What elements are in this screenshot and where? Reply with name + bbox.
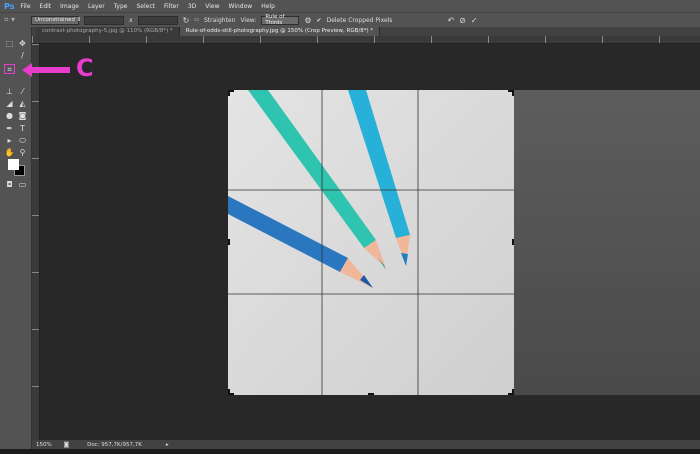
share-icon[interactable]: ◙ [64,442,69,448]
menu-bar: Ps File Edit Image Layer Type Select Fil… [0,0,700,12]
history-brush-icon[interactable]: ⁄ [17,87,28,97]
menu-help[interactable]: Help [261,3,275,10]
ellipse-tool-icon[interactable]: ⬭ [17,136,28,146]
commit-check-icon[interactable]: ✓ [471,16,478,25]
cancel-icon[interactable]: ⊘ [459,16,466,25]
menu-filter[interactable]: Filter [164,3,179,10]
view-label: View: [240,16,257,24]
menu-window[interactable]: Window [229,3,253,10]
bottom-panel [0,449,700,454]
straighten-button[interactable]: Straighten [204,17,235,24]
hand-tool-icon[interactable]: ✋ [4,148,15,158]
menu-layer[interactable]: Layer [88,3,105,10]
type-tool-icon[interactable]: T [17,124,28,134]
ratio-dropdown[interactable]: Unconstrained ⇕ [31,15,81,25]
zoom-tool-icon[interactable]: ⚲ [17,148,28,158]
height-input[interactable] [137,15,178,25]
horizontal-ruler [32,36,700,44]
crop-shield-area [514,90,700,395]
menu-view[interactable]: View [205,3,219,10]
straighten-icon[interactable]: ▭ [194,17,199,23]
zoom-level[interactable]: 150% [36,442,52,448]
swap-label: x [129,16,133,24]
doc-size: Doc: 957,7K/957,7K [87,441,142,448]
stamp-tool-icon[interactable]: ⊥ [4,87,15,97]
status-bar: 150% ◙ Doc: 957,7K/957,7K ▸ [32,440,700,449]
quick-mask-icon[interactable]: ◘ [4,180,15,190]
reset-icon[interactable]: ↶ [447,16,454,25]
tools-panel: ⬚ ✥ ⌗ / ⊥ ⁄ ◢ ◭ ● ◙ ✒ T ▸ ⬭ ✋ ⚲ ◘ ▭ [0,27,32,454]
dodge-tool-icon[interactable]: ◙ [17,111,28,121]
document-tabs: contrast-photography-5.jpg @ 110% (RGB/8… [32,27,700,36]
annotation-label: C [76,54,94,82]
delete-cropped-label: Delete Cropped Pixels [326,16,393,24]
move-tool-icon[interactable]: ✥ [17,39,28,49]
tab-contrast-photography[interactable]: contrast-photography-5.jpg @ 110% (RGB/8… [36,27,180,36]
gear-icon[interactable]: ⚙ [304,16,311,25]
eraser-tool-icon[interactable]: ◢ [4,99,15,109]
menu-edit[interactable]: Edit [40,3,52,10]
delete-cropped-checkbox[interactable]: ✔ [317,17,322,24]
vertical-ruler [32,44,40,440]
status-menu-arrow[interactable]: ▸ [166,442,169,448]
width-input[interactable] [84,15,124,25]
photoshop-logo: Ps [4,1,15,11]
foreground-color-swatch[interactable] [8,159,19,170]
menu-3d[interactable]: 3D [188,3,196,10]
view-dropdown[interactable]: Rule of Thirds [261,14,300,26]
menu-image[interactable]: Image [60,3,79,10]
crop-preview-image[interactable] [228,90,514,395]
bucket-tool-icon[interactable]: ◭ [17,99,28,109]
marquee-tool-icon[interactable]: ⬚ [4,39,15,49]
menu-type[interactable]: Type [114,3,128,10]
rotate-icon[interactable]: ↻ [183,16,190,25]
annotation-arrow: C [22,54,94,82]
path-select-icon[interactable]: ▸ [4,136,15,146]
crop-tool-icon[interactable]: ⌗ [4,64,15,74]
crop-tool-preset-icon[interactable]: ⌗ ▾ [4,15,26,25]
screen-mode-icon[interactable]: ▭ [17,180,28,190]
menu-file[interactable]: File [20,3,30,10]
pen-tool-icon[interactable]: ✒ [4,124,15,134]
menu-select[interactable]: Select [136,3,155,10]
options-bar: ⌗ ▾ Unconstrained ⇕ x ↻ ▭ Straighten Vie… [0,12,700,27]
blur-tool-icon[interactable]: ● [4,111,15,121]
tab-rule-of-odds[interactable]: Rule-of-odds-still-photography.jpg @ 150… [179,27,381,36]
